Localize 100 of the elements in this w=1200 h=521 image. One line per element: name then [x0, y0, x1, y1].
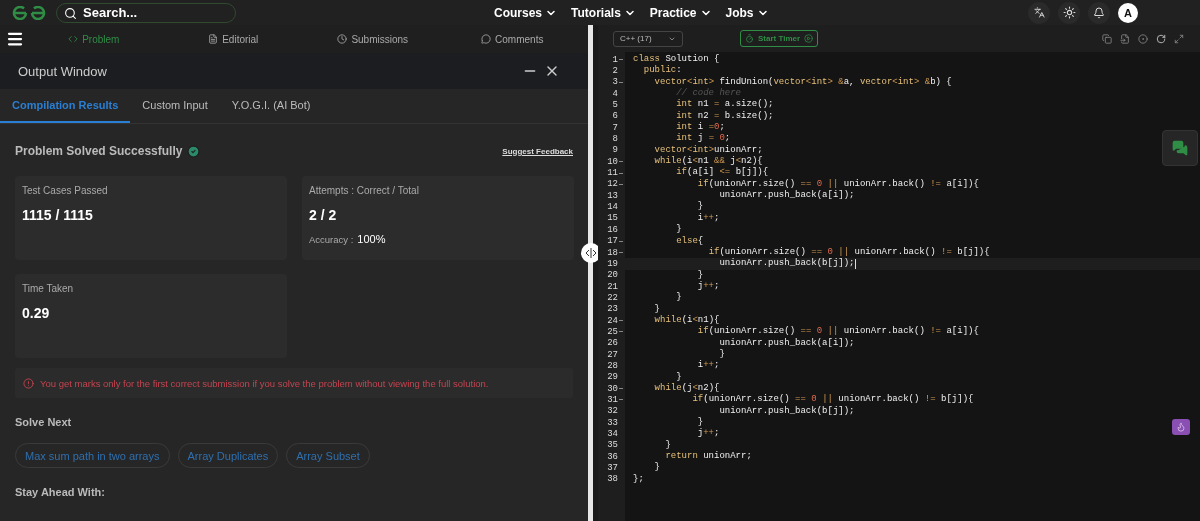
line-number: 1 — [612, 54, 618, 65]
code-line: } — [675, 224, 682, 236]
line-number: 15 — [607, 213, 618, 224]
status-text: Problem Solved Successfully — [15, 144, 183, 158]
search-icon — [64, 6, 77, 20]
menu-icon[interactable] — [6, 30, 24, 48]
line-number: 35 — [607, 440, 618, 451]
search-field[interactable]: Search... — [56, 2, 236, 23]
line-number: 4 — [612, 88, 618, 99]
line-number: 38 — [607, 474, 618, 485]
code-line: if(a[i] <= b[j]){ — [675, 167, 769, 179]
code-line: unionArr.push_back(b[j]); — [718, 405, 855, 417]
code-line: int n2 = b.size(); — [675, 110, 774, 122]
stat-value: 2 / 2 — [309, 207, 338, 223]
line-number: 8 — [612, 134, 618, 145]
code-line: } — [696, 201, 704, 213]
code-line: if(unionArr.size() == 0 || unionArr.back() != b[j]){ — [707, 246, 990, 258]
settings-icon[interactable] — [1138, 33, 1148, 44]
problem-tab[interactable]: Problem — [24, 32, 164, 46]
chat-button[interactable] — [1162, 130, 1198, 166]
flame-button[interactable] — [1172, 419, 1190, 435]
code-line: class Solution { — [633, 54, 720, 65]
fullscreen-icon[interactable] — [1174, 33, 1184, 44]
line-number: 37 — [607, 463, 618, 474]
avatar[interactable]: A — [1118, 2, 1138, 23]
play-icon — [804, 34, 814, 43]
code-line: vector<int> findUnion(vector<int> &a, vector<int> &b) { — [653, 76, 952, 88]
language-select[interactable]: C++ (17) — [613, 30, 683, 47]
copy-icon[interactable] — [1102, 33, 1112, 44]
alert-icon — [23, 377, 34, 389]
line-number: 5 — [612, 100, 618, 111]
logo-icon[interactable] — [12, 5, 46, 20]
code-line: }; — [633, 473, 644, 486]
code-line: int j = 0; — [675, 133, 731, 145]
file-icon[interactable] — [1120, 33, 1130, 44]
flame-icon — [1176, 422, 1186, 432]
section-heading: Solve Next — [15, 416, 73, 428]
output-tab[interactable]: Compilation Results — [0, 89, 131, 123]
code-line: int i =0; — [675, 122, 725, 133]
problem-tab[interactable]: Submissions — [303, 32, 443, 46]
code-line: } — [653, 303, 660, 315]
line-number: 36 — [607, 451, 618, 462]
accuracy-value: 100% — [357, 233, 386, 245]
output-tab[interactable]: Custom Input — [130, 89, 220, 123]
line-number: 29 — [607, 372, 618, 383]
line-number: 26 — [607, 338, 618, 349]
code-line: while(i<n1 && j<n2){ — [653, 156, 763, 167]
feedback-link[interactable]: Suggest Feedback — [502, 146, 573, 156]
code-line: unionArr.push_back(a[i]); — [718, 337, 855, 349]
problem-tab[interactable]: Editorial — [163, 32, 303, 46]
line-number: 16 — [607, 224, 618, 235]
code-line: } — [664, 439, 671, 452]
code-line: if(unionArr.size() == 0 || unionArr.back() != b[j]){ — [691, 394, 974, 406]
code-line: } — [675, 371, 682, 383]
section-heading: Stay Ahead With: — [15, 486, 106, 498]
stat-label: Attempts : Correct / Total — [309, 185, 420, 196]
line-number: 25 — [607, 326, 618, 337]
code-line: unionArr.push_back(a[i]); — [718, 190, 855, 202]
sun-icon[interactable] — [1058, 1, 1080, 24]
stat-value: 1115 / 1115 — [22, 207, 94, 223]
output-tab[interactable]: Y.O.G.I. (AI Bot) — [219, 89, 323, 123]
line-number: 3 — [612, 77, 618, 88]
line-number: 11 — [607, 168, 618, 179]
code-line: while(j<n2){ — [653, 382, 720, 394]
line-number: 10 — [607, 156, 618, 167]
code-line: if(unionArr.size() == 0 || unionArr.back() != a[i]){ — [696, 178, 979, 190]
code-line: i++; — [696, 360, 720, 372]
line-number: 31 — [607, 395, 618, 405]
line-number: 9 — [612, 145, 618, 156]
code-line: vector<int>unionArr; — [653, 144, 763, 156]
code-line: int n1 = a.size(); — [675, 99, 774, 111]
timer-button[interactable]: Start Timer — [740, 30, 819, 47]
code-icon — [68, 34, 79, 44]
nav-menu[interactable]: Jobs — [725, 5, 769, 20]
code-line: } — [696, 269, 704, 281]
problem-tab[interactable]: Comments — [442, 32, 582, 46]
line-number: 20 — [607, 270, 618, 281]
line-number: 27 — [607, 349, 618, 360]
line-number: 18 — [607, 247, 618, 258]
line-number: 12 — [607, 179, 618, 190]
code-line: } — [675, 292, 682, 304]
notification-icon[interactable] — [1088, 1, 1110, 24]
code-line: if(unionArr.size() == 0 || unionArr.back() != a[i]){ — [696, 326, 979, 338]
code-line: } — [718, 348, 725, 361]
code-line: return unionArr; — [664, 451, 752, 463]
line-number: 14 — [607, 202, 618, 213]
nav-menu[interactable]: Courses — [494, 5, 558, 20]
line-number: 2 — [612, 66, 618, 76]
nav-menu[interactable]: Tutorials — [571, 5, 636, 20]
code-line: else{ — [675, 235, 704, 247]
translate-icon[interactable] — [1028, 1, 1050, 24]
reset-icon[interactable] — [1156, 33, 1166, 44]
stat-value: 0.29 — [22, 305, 51, 321]
code-line: unionArr.push_back(b[j]); — [718, 258, 855, 270]
line-number: 13 — [607, 190, 618, 201]
code-line: i++; — [696, 212, 720, 225]
nav-menu[interactable]: Practice — [649, 5, 712, 20]
line-number: 28 — [607, 360, 618, 371]
line-number: 22 — [607, 292, 618, 303]
chat-icon — [481, 34, 492, 44]
